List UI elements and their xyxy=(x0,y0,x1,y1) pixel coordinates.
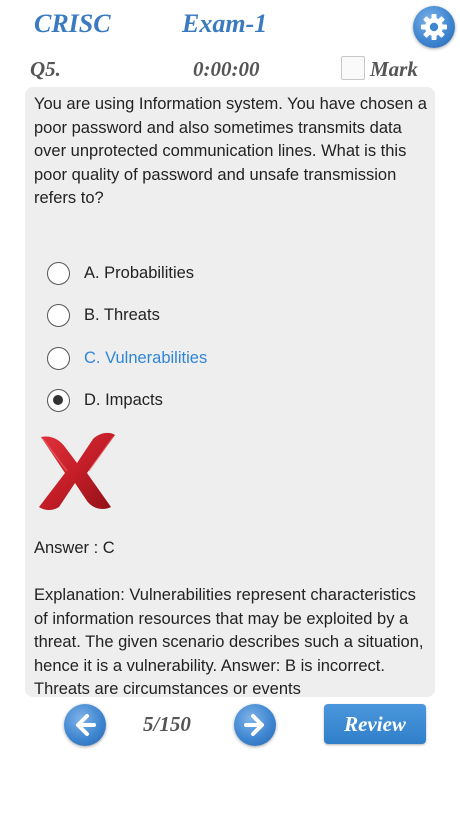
arrow-left-icon xyxy=(76,714,96,736)
radio-button[interactable] xyxy=(47,304,70,328)
option-label: A. Probabilities xyxy=(84,263,195,282)
settings-button[interactable] xyxy=(413,6,455,48)
question-number: Q5. xyxy=(30,57,61,81)
option-label: D. Impacts xyxy=(84,391,163,410)
review-button[interactable]: Review xyxy=(324,704,426,744)
radio-button-selected[interactable] xyxy=(47,389,70,413)
header: CRISC Exam-1 xyxy=(0,0,460,52)
status-row: Q5. 0:00:00 Mark xyxy=(0,54,460,84)
gear-icon xyxy=(421,14,447,40)
question-text: You are using Information system. You ha… xyxy=(34,95,427,207)
option-label: B. Threats xyxy=(84,306,160,325)
arrow-right-icon xyxy=(244,714,264,736)
timer: 0:00:00 xyxy=(193,57,260,81)
answer-text: Answer : C xyxy=(34,539,115,557)
radio-button[interactable] xyxy=(47,261,70,285)
question-card: You are using Information system. You ha… xyxy=(25,87,435,697)
radio-button[interactable] xyxy=(47,346,70,370)
next-button[interactable] xyxy=(234,704,276,746)
options-list: A. Probabilities B. Threats C. Vulnerabi… xyxy=(47,252,407,422)
app-title: CRISC xyxy=(34,9,111,38)
option-b[interactable]: B. Threats xyxy=(47,295,407,338)
explanation-text: Explanation: Vulnerabilities represent c… xyxy=(34,586,424,697)
option-c[interactable]: C. Vulnerabilities xyxy=(47,337,407,380)
option-d[interactable]: D. Impacts xyxy=(47,380,407,423)
option-a[interactable]: A. Probabilities xyxy=(47,252,407,295)
option-label: C. Vulnerabilities xyxy=(84,348,208,367)
footer: 5/150 Review xyxy=(0,700,460,750)
mark-checkbox[interactable] xyxy=(341,56,365,80)
question-progress: 5/150 xyxy=(143,712,191,736)
red-x-icon xyxy=(39,432,115,510)
previous-button[interactable] xyxy=(64,704,106,746)
mark-label: Mark xyxy=(370,57,418,81)
exam-title: Exam-1 xyxy=(182,9,268,38)
